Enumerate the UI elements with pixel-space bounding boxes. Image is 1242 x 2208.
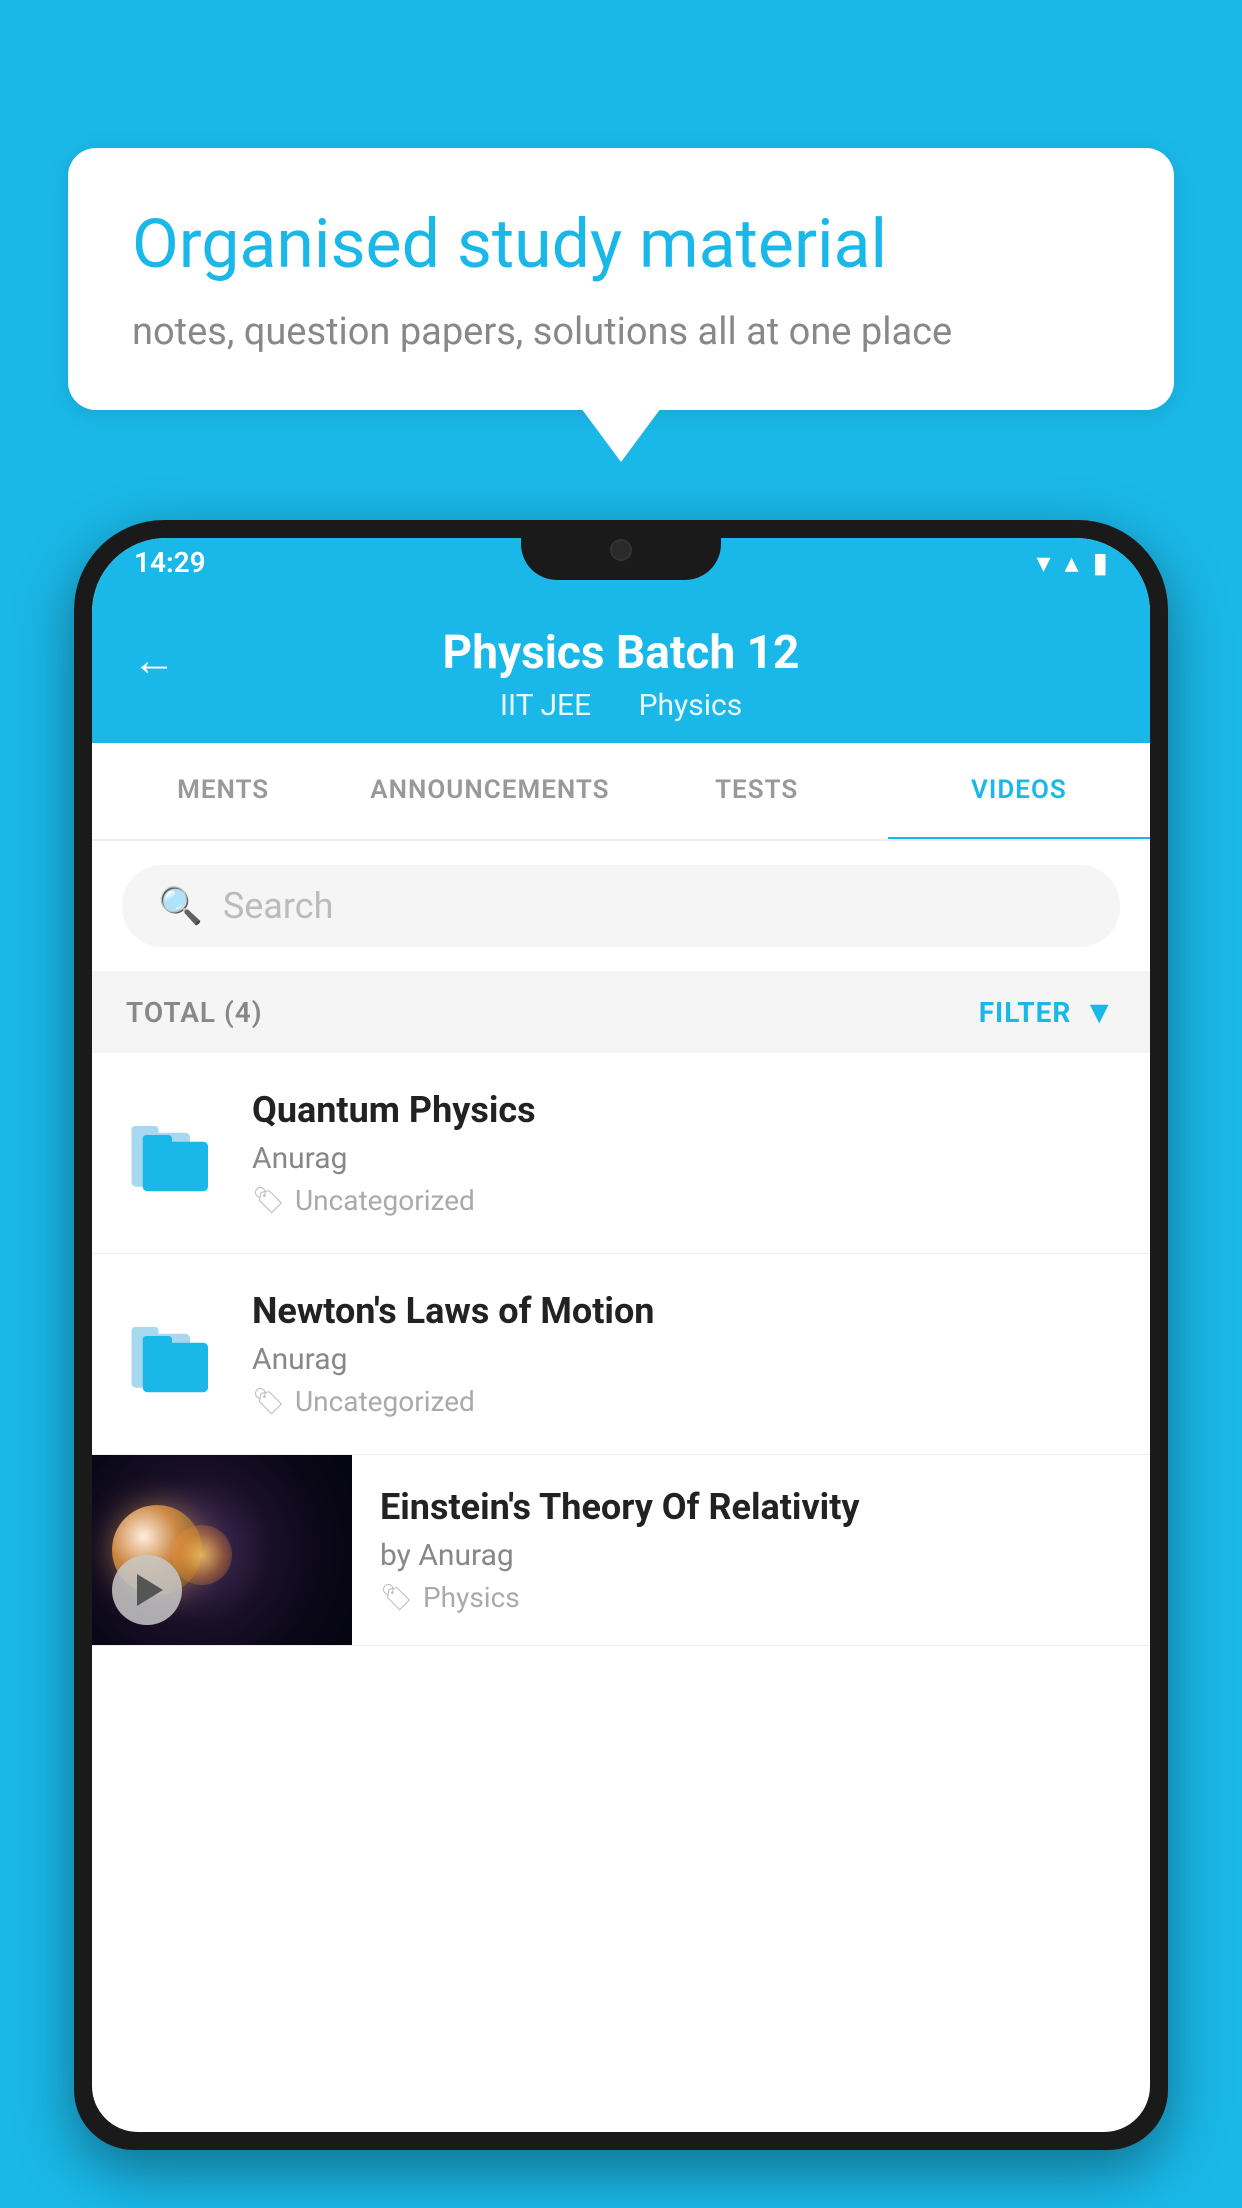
- video-author: by Anurag: [380, 1538, 1120, 1573]
- video-category: 🏷 Uncategorized: [252, 1184, 1120, 1217]
- video-info: Einstein's Theory Of Relativity by Anura…: [352, 1456, 1120, 1644]
- glow-visual: [172, 1525, 232, 1585]
- phone-status-bar: 14:29 ▾ ▴ ▮: [74, 520, 1168, 630]
- tab-ments[interactable]: MENTS: [92, 743, 354, 841]
- folder-svg: [127, 1309, 217, 1399]
- play-button[interactable]: [112, 1555, 182, 1625]
- wifi-icon: ▾: [1036, 546, 1050, 579]
- tab-tests[interactable]: TESTS: [626, 743, 888, 841]
- camera-dot: [610, 539, 632, 561]
- phone-wrapper: 14:29 ▾ ▴ ▮ ← Physics Batch 12 IIT JEE P…: [74, 520, 1168, 2208]
- video-title: Einstein's Theory Of Relativity: [380, 1486, 1120, 1528]
- speech-bubble: Organised study material notes, question…: [68, 148, 1174, 410]
- status-icons: ▾ ▴ ▮: [1036, 546, 1108, 579]
- phone-screen: ← Physics Batch 12 IIT JEE Physics MENTS…: [92, 538, 1150, 2132]
- total-label: TOTAL (4): [126, 996, 263, 1029]
- header-subtitle: IIT JEE Physics: [92, 688, 1150, 723]
- tag-icon: 🏷: [252, 1387, 285, 1417]
- list-item[interactable]: Newton's Laws of Motion Anurag 🏷 Uncateg…: [92, 1254, 1150, 1455]
- search-icon: 🔍: [158, 885, 203, 927]
- list-item[interactable]: Quantum Physics Anurag 🏷 Uncategorized: [92, 1053, 1150, 1254]
- speech-bubble-container: Organised study material notes, question…: [68, 148, 1174, 410]
- phone-frame: 14:29 ▾ ▴ ▮ ← Physics Batch 12 IIT JEE P…: [74, 520, 1168, 2150]
- filter-icon: ▼: [1083, 993, 1116, 1031]
- tabs-bar: MENTS ANNOUNCEMENTS TESTS VIDEOS: [92, 743, 1150, 841]
- video-list: Quantum Physics Anurag 🏷 Uncategorized: [92, 1053, 1150, 1646]
- video-author: Anurag: [252, 1141, 1120, 1176]
- folder-icon: [122, 1299, 222, 1409]
- status-time: 14:29: [134, 546, 206, 579]
- speech-bubble-subtitle: notes, question papers, solutions all at…: [132, 310, 1110, 354]
- video-category: 🏷 Uncategorized: [252, 1385, 1120, 1418]
- video-info: Quantum Physics Anurag 🏷 Uncategorized: [252, 1089, 1120, 1217]
- header-subtitle-left: IIT JEE: [500, 688, 591, 723]
- filter-button[interactable]: FILTER ▼: [979, 993, 1116, 1031]
- play-icon: [137, 1574, 163, 1606]
- search-container: 🔍 Search: [92, 841, 1150, 971]
- header-title: Physics Batch 12: [92, 626, 1150, 680]
- tag-icon: 🏷: [380, 1583, 413, 1613]
- back-button[interactable]: ←: [132, 634, 176, 686]
- video-category: 🏷 Physics: [380, 1581, 1120, 1614]
- category-text: Uncategorized: [295, 1385, 475, 1418]
- tab-announcements[interactable]: ANNOUNCEMENTS: [354, 743, 625, 841]
- tag-icon: 🏷: [252, 1186, 285, 1216]
- filter-label: FILTER: [979, 996, 1072, 1029]
- video-title: Quantum Physics: [252, 1089, 1120, 1131]
- search-bar[interactable]: 🔍 Search: [122, 865, 1120, 947]
- category-text: Physics: [423, 1581, 520, 1614]
- signal-icon: ▴: [1065, 546, 1079, 579]
- folder-svg: [127, 1108, 217, 1198]
- thumb-background: [92, 1455, 352, 1645]
- video-info: Newton's Laws of Motion Anurag 🏷 Uncateg…: [252, 1290, 1120, 1418]
- speech-bubble-title: Organised study material: [132, 204, 1110, 286]
- folder-icon: [122, 1098, 222, 1208]
- video-thumbnail: [92, 1455, 352, 1645]
- header-subtitle-right: Physics: [639, 688, 743, 723]
- list-item[interactable]: Einstein's Theory Of Relativity by Anura…: [92, 1455, 1150, 1646]
- battery-icon: ▮: [1093, 546, 1108, 579]
- search-input[interactable]: Search: [223, 885, 334, 927]
- phone-notch: [521, 520, 721, 580]
- filter-row: TOTAL (4) FILTER ▼: [92, 971, 1150, 1053]
- video-title: Newton's Laws of Motion: [252, 1290, 1120, 1332]
- category-text: Uncategorized: [295, 1184, 475, 1217]
- video-author: Anurag: [252, 1342, 1120, 1377]
- tab-videos[interactable]: VIDEOS: [888, 743, 1150, 841]
